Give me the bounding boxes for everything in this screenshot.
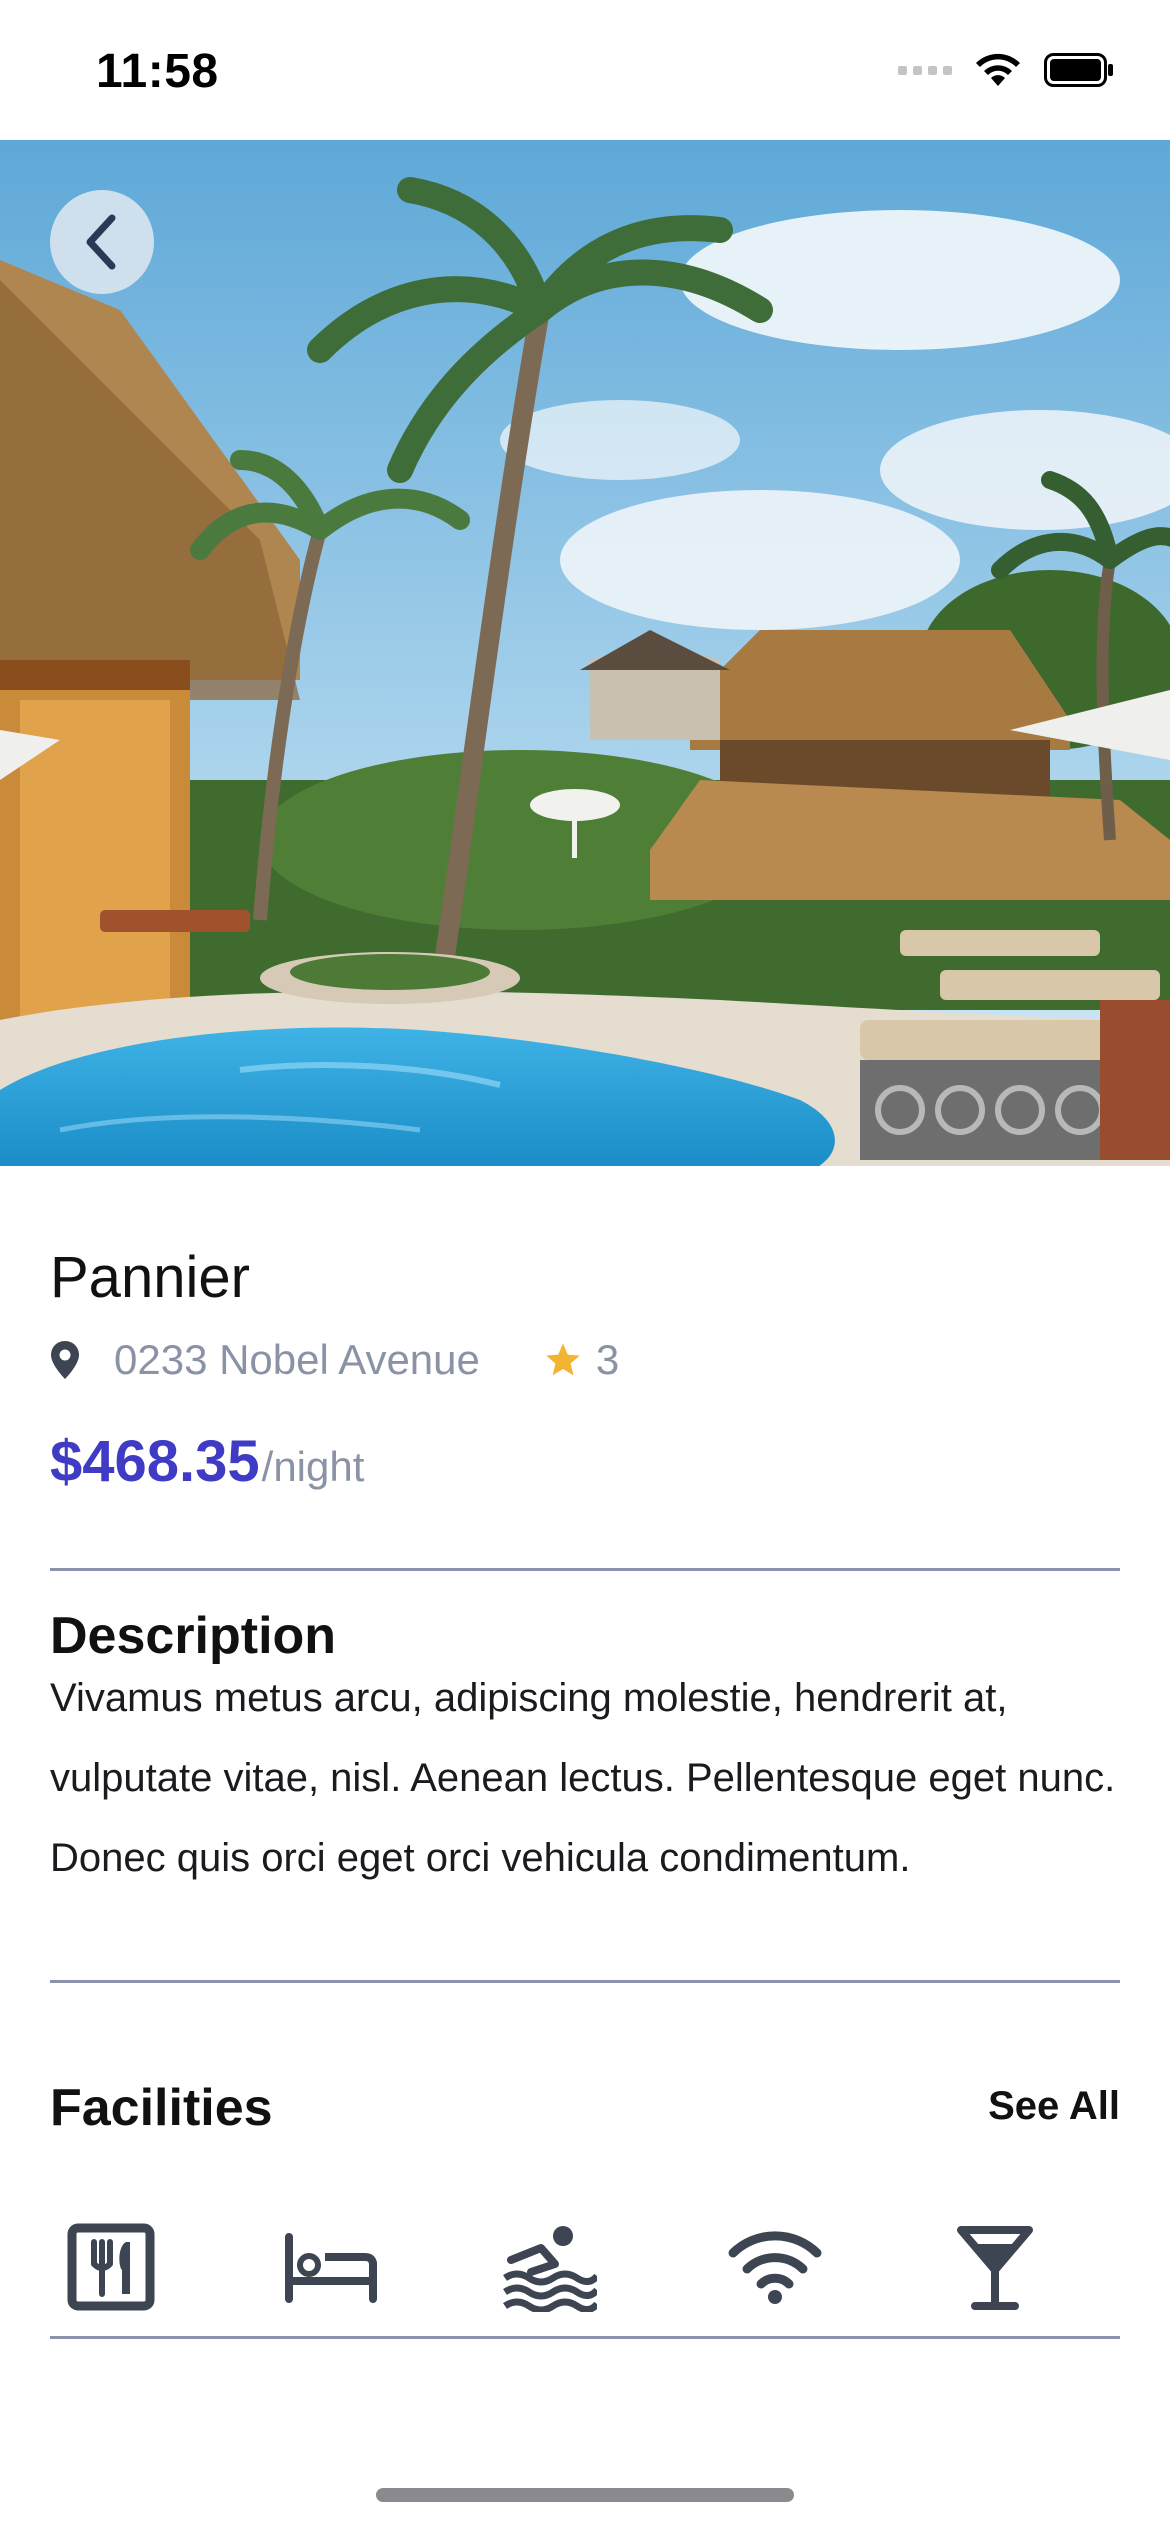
facilities-title: Facilities — [50, 2079, 273, 2137]
facility-restaurant[interactable] — [56, 2212, 166, 2322]
status-time: 11:58 — [96, 45, 219, 98]
hotel-meta: 0233 Nobel Avenue 3 — [50, 1336, 619, 1384]
wifi-icon — [728, 2231, 822, 2304]
price-unit: /night — [261, 1443, 365, 1490]
price: $468.35 — [50, 1429, 260, 1494]
description-title: Description — [50, 1607, 337, 1665]
facilities-list — [50, 2212, 1120, 2322]
price-row: $468.35 /night — [50, 1428, 364, 1495]
bar-cocktail-icon — [957, 2226, 1033, 2310]
home-indicator[interactable] — [376, 2488, 794, 2502]
back-button[interactable] — [50, 190, 154, 294]
divider — [50, 1980, 1120, 1983]
see-all-link[interactable]: See All — [988, 2084, 1120, 2129]
swimming-pool-icon — [503, 2226, 597, 2312]
hero-image — [0, 140, 1170, 1166]
description-text: Vivamus metus arcu, adipiscing molestie,… — [50, 1676, 1116, 1880]
star-icon — [546, 1343, 580, 1376]
cellular-signal-icon — [898, 65, 952, 75]
facility-wifi[interactable] — [720, 2212, 830, 2322]
hotel-address: 0233 Nobel Avenue — [114, 1336, 480, 1383]
facility-bed[interactable] — [276, 2212, 386, 2322]
status-icons — [898, 52, 1114, 88]
divider — [50, 1568, 1120, 1571]
battery-icon — [1044, 53, 1113, 87]
wifi-status-icon — [976, 53, 1020, 86]
location-pin-icon — [51, 1341, 79, 1379]
divider — [50, 2336, 1120, 2339]
hotel-name: Pannier — [50, 1245, 250, 1310]
facility-pool[interactable] — [494, 2212, 604, 2322]
facility-bar[interactable] — [940, 2212, 1050, 2322]
restaurant-icon — [67, 2223, 155, 2311]
chevron-left-icon — [86, 214, 116, 270]
hotel-rating: 3 — [595, 1336, 620, 1383]
bed-icon — [285, 2233, 377, 2303]
status-bar: 11:58 — [0, 0, 1170, 140]
